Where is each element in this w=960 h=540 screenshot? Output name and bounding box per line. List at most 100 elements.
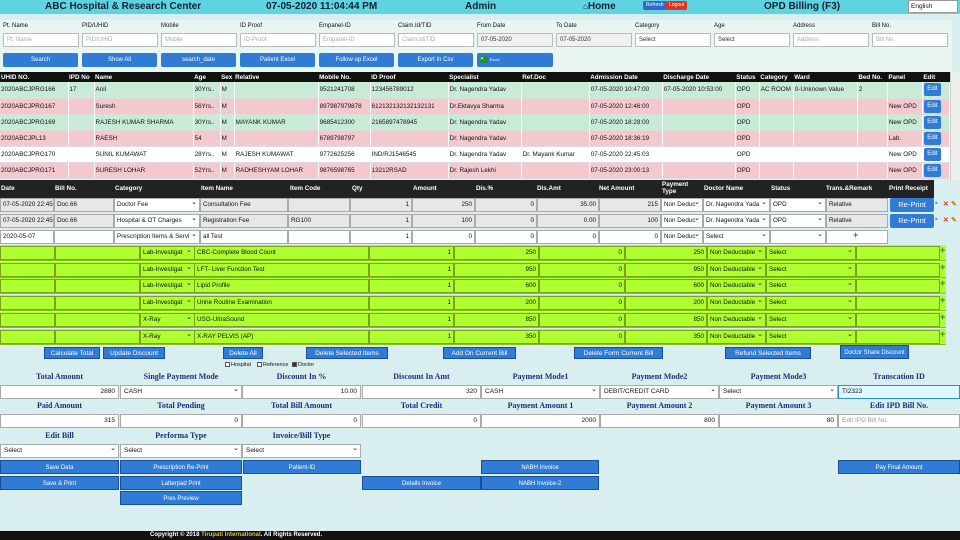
lab-doctor-select[interactable]: Select bbox=[766, 279, 856, 294]
hospital-checkbox[interactable]: Hospital bbox=[225, 362, 251, 368]
add-item-icon[interactable]: + bbox=[940, 278, 945, 288]
add-on-current-bill-button[interactable]: Add On Current Bill bbox=[443, 347, 516, 359]
company-link[interactable]: Tirupati International bbox=[201, 532, 261, 538]
lab-category-select[interactable]: Lab-Investigat bbox=[140, 279, 195, 294]
select-icon[interactable]: ▪ bbox=[935, 216, 937, 223]
follow-up-excel-button[interactable]: Follow up Excel bbox=[319, 53, 394, 67]
billing-disp-cell[interactable]: 0 bbox=[475, 198, 537, 212]
add-row-icon[interactable]: + bbox=[853, 230, 858, 240]
billing-status-select[interactable]: OPD bbox=[770, 198, 826, 212]
filter-pt-name-input[interactable]: Pt. Name bbox=[3, 33, 79, 47]
reprint-button[interactable]: Re-Print bbox=[890, 214, 934, 228]
select-icon[interactable]: ▪ bbox=[935, 200, 937, 207]
prescription-reprint-button[interactable]: Prescription Re-Print bbox=[120, 460, 242, 474]
filter-bill-no-input[interactable]: Bill No. bbox=[872, 33, 948, 47]
search-date-button[interactable]: search_date bbox=[161, 53, 236, 67]
total-amount-field[interactable]: 2880 bbox=[0, 385, 119, 399]
save-data-button[interactable]: Save Data bbox=[0, 460, 119, 474]
search-button[interactable]: Search bbox=[3, 53, 78, 67]
lab-ptype-select[interactable]: Non Deductable bbox=[707, 262, 766, 277]
patient-row[interactable]: 2020ABCJPRG167 Suresh 56Yrs.. M 897987979878… bbox=[0, 98, 951, 115]
edit-bill-select[interactable]: Select bbox=[0, 444, 119, 458]
filter-from-date-input[interactable]: 07-05-2020 bbox=[477, 33, 553, 47]
delete-selected-items-button[interactable]: Delete Selected Items bbox=[306, 347, 388, 359]
single-payment-mode-select[interactable]: CASH bbox=[120, 385, 242, 399]
edit-button[interactable]: Edit bbox=[923, 83, 941, 97]
filter-id-proof-input[interactable]: ID-Proof bbox=[240, 33, 316, 47]
show-all-button[interactable]: Show All bbox=[82, 53, 157, 67]
lab-item-row[interactable]: Lab-InvestigatLipid Profile16000600Non D… bbox=[0, 278, 946, 295]
home-link[interactable]: ⌂Home bbox=[583, 1, 616, 12]
patient-row[interactable]: 2020ABCJPRG166 17 Anil 30Yrs.. M 9521241708 12… bbox=[0, 82, 951, 99]
edit-icon[interactable]: ✎ bbox=[951, 200, 957, 208]
payment-amount-2-field[interactable]: 800 bbox=[600, 414, 719, 428]
lab-item-row[interactable]: X-RayX-RAY PELVIS (AP)13500350Non Deduct… bbox=[0, 328, 946, 345]
performa-type-select[interactable]: Select bbox=[120, 444, 242, 458]
lab-ptype-select[interactable]: Non Deductable bbox=[707, 296, 766, 311]
export-csv-button[interactable]: Export In Csv bbox=[398, 53, 473, 67]
lab-item-row[interactable]: Lab-InvestigatUrine Routine Examination1… bbox=[0, 295, 946, 312]
pay-final-amount-button[interactable]: Pay Final Amount bbox=[838, 460, 960, 474]
nabh-invoice-2-button[interactable]: NABH Invoice-2 bbox=[481, 476, 599, 490]
billing-category-select[interactable]: Doctor Fee bbox=[114, 198, 200, 212]
billing-status-select[interactable] bbox=[770, 230, 826, 244]
lab-ptype-select[interactable]: Non Deductable bbox=[707, 279, 766, 294]
details-invoice-button[interactable]: Details Invoice bbox=[362, 476, 481, 490]
delete-form-current-bill-button[interactable]: Delete Form Current Bill bbox=[574, 347, 663, 359]
billing-doctor-select[interactable]: Dr. Nagendra Yada bbox=[703, 198, 770, 212]
language-select[interactable]: English bbox=[908, 0, 958, 13]
filter-age-select[interactable]: Select bbox=[714, 33, 790, 47]
doctor-share-discount-button[interactable]: Doctor Share Discount bbox=[840, 345, 909, 359]
billing-disp-cell[interactable]: 0 bbox=[475, 230, 537, 244]
patient-row[interactable]: 2020ABCJPRG169 RAJESH KUMAR SHARMA 30Yrs..… bbox=[0, 114, 951, 131]
billing-status-select[interactable]: OPD bbox=[770, 214, 826, 228]
lab-doctor-select[interactable]: Select bbox=[766, 246, 856, 260]
billing-row[interactable]: 07-05-2020 22:45Doc.66Doctor FeeConsulta… bbox=[0, 197, 934, 213]
edit-button[interactable]: Edit bbox=[923, 99, 941, 113]
billing-ptype-select[interactable]: Non Deduc bbox=[661, 214, 703, 228]
billing-item-cell[interactable]: Registration Fee bbox=[200, 214, 288, 228]
calculate-total-button[interactable]: Calculate Total bbox=[44, 347, 100, 359]
patient-row[interactable]: 2020ABCJPL13 RAESH 54 M 6789798797 Dr. Nagend… bbox=[0, 130, 951, 147]
letterpad-print-button[interactable]: Latterpad Print bbox=[120, 476, 242, 490]
filter-claim-id-input[interactable]: Claim.Id/TID bbox=[398, 33, 474, 47]
delete-all-button[interactable]: Delete All bbox=[223, 347, 263, 359]
billing-item-cell[interactable]: Consultation Fee bbox=[200, 198, 288, 212]
lab-item-row[interactable]: Lab-InvestigatCBC-Complete Blood Count12… bbox=[0, 245, 946, 261]
lab-ptype-select[interactable]: Non Deductable bbox=[707, 246, 766, 260]
edit-ipd-bill-no-field[interactable]: Edit IPD Bill No. bbox=[838, 414, 960, 428]
discount-amount-field[interactable]: 320 bbox=[362, 385, 481, 399]
lab-ptype-select[interactable]: Non Deductable bbox=[707, 312, 766, 327]
refresh-button[interactable]: Refresh bbox=[643, 1, 667, 10]
lab-category-select[interactable]: X-Ray bbox=[140, 312, 195, 327]
patient-row[interactable]: 2020ABCJPRG171 SURESH LOHAR 52Yrs.. M RADHES… bbox=[0, 162, 951, 179]
reference-checkbox[interactable]: Reference bbox=[257, 362, 288, 368]
billing-qty-cell[interactable]: 1 bbox=[350, 230, 412, 244]
reprint-button[interactable]: Re-Print bbox=[890, 198, 934, 212]
logout-button[interactable]: Logout bbox=[666, 1, 688, 10]
billing-ptype-select[interactable]: Non Deduc bbox=[661, 230, 703, 244]
add-item-icon[interactable]: + bbox=[940, 245, 945, 255]
lab-category-select[interactable]: Lab-Investigat bbox=[140, 262, 195, 277]
lab-item-row[interactable]: X-RayUSG-UltraSound18500850Non Deductabl… bbox=[0, 311, 946, 328]
lab-category-select[interactable]: Lab-Investigat bbox=[140, 246, 195, 260]
payment-mode1-select[interactable]: CASH bbox=[481, 385, 600, 399]
billing-row[interactable]: 2020-05-07 Prescription Items & Serviall … bbox=[0, 229, 934, 245]
lab-ptype-select[interactable]: Non Deductable bbox=[707, 329, 766, 344]
patient-row[interactable]: 2020ABCJPRG170 SUNIL KUMAWAT 28Yrs.. M RAJES… bbox=[0, 146, 951, 163]
refund-selected-items-button[interactable]: Refund Selected Items bbox=[725, 347, 811, 359]
add-item-icon[interactable]: + bbox=[940, 329, 945, 339]
billing-item-cell[interactable]: all Test bbox=[200, 230, 288, 244]
lab-doctor-select[interactable]: Select bbox=[766, 262, 856, 277]
transaction-id-field[interactable]: TI2323 bbox=[838, 385, 960, 399]
patient-table-scrollbar[interactable] bbox=[950, 72, 960, 180]
lab-doctor-select[interactable]: Select bbox=[766, 296, 856, 311]
add-item-icon[interactable]: + bbox=[940, 312, 945, 322]
total-bill-amount-field[interactable]: 0 bbox=[242, 414, 361, 428]
filter-empanel-id-input[interactable]: Empanel-ID bbox=[319, 33, 395, 47]
delete-icon[interactable]: ✕ bbox=[943, 216, 949, 224]
edit-button[interactable]: Edit bbox=[923, 115, 941, 129]
payment-amount-3-field[interactable]: 80 bbox=[719, 414, 838, 428]
lab-category-select[interactable]: Lab-Investigat bbox=[140, 296, 195, 311]
billing-category-select[interactable]: Prescription Items & Servi bbox=[114, 230, 200, 244]
